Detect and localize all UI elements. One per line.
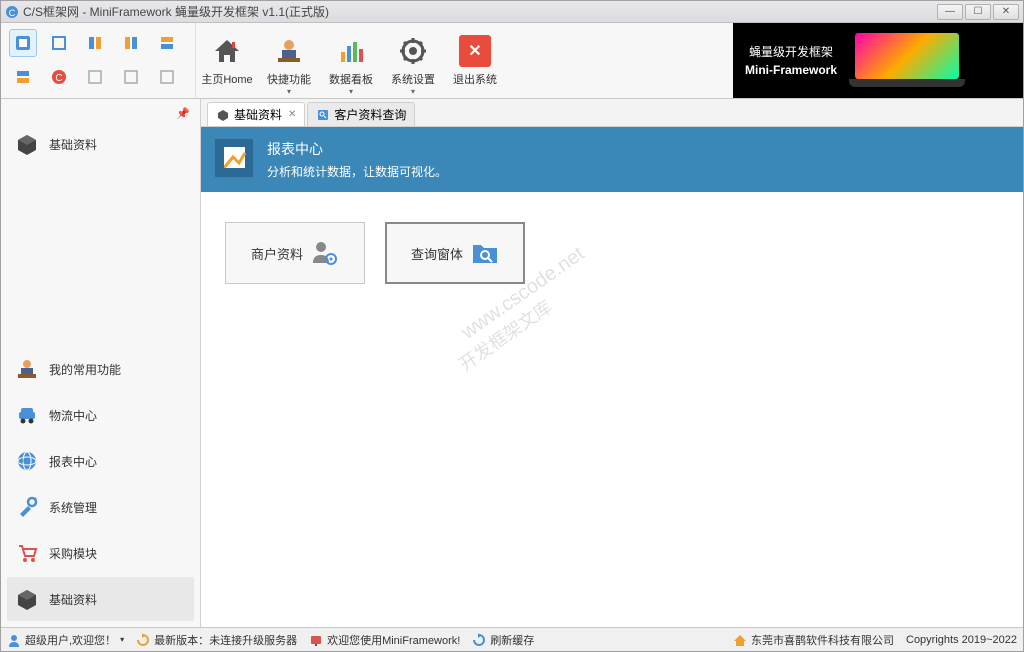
content-area: 基础资料 ✕ 客户资料查询 报表中心 分析和统计数据，让数据可视化。 商户资料 bbox=[201, 99, 1023, 627]
laptop-image bbox=[847, 29, 967, 93]
qa-icon-4[interactable] bbox=[117, 29, 145, 57]
page-subtitle: 分析和统计数据，让数据可视化。 bbox=[267, 163, 447, 180]
home-label: 主页Home bbox=[201, 71, 252, 87]
qa-icon-6[interactable] bbox=[9, 63, 37, 91]
user-desk-icon bbox=[273, 35, 305, 67]
chevron-down-icon: ▾ bbox=[287, 87, 291, 96]
cube-icon bbox=[15, 587, 39, 611]
card-label: 商户资料 bbox=[251, 244, 303, 263]
quick-access-grid: C bbox=[1, 23, 196, 98]
tab-basic[interactable]: 基础资料 ✕ bbox=[207, 102, 305, 126]
exit-label: 退出系统 bbox=[453, 71, 497, 87]
status-welcome: 欢迎您使用MiniFramework! bbox=[309, 632, 460, 648]
user-icon bbox=[7, 633, 21, 647]
svg-text:C: C bbox=[9, 8, 16, 18]
sidebar-item-system[interactable]: 系统管理 bbox=[7, 485, 194, 529]
pin-icon[interactable]: 📌 bbox=[176, 107, 190, 120]
search-doc-icon bbox=[316, 108, 330, 122]
banner: 蝇量级开发框架 Mini-Framework bbox=[733, 23, 1023, 98]
status-copyright: Copyrights 2019~2022 bbox=[906, 634, 1017, 646]
sidebar-item-logistics[interactable]: 物流中心 bbox=[7, 393, 194, 437]
qa-icon-8[interactable] bbox=[81, 63, 109, 91]
tab-label: 基础资料 bbox=[234, 106, 282, 123]
chevron-down-icon: ▾ bbox=[120, 635, 124, 644]
banner-line2: Mini-Framework bbox=[745, 61, 837, 79]
car-icon bbox=[15, 403, 39, 427]
data-button[interactable]: 数据看板 ▾ bbox=[320, 23, 382, 98]
users-gear-icon bbox=[311, 239, 339, 267]
sidebar-top-item[interactable]: 基础资料 bbox=[7, 122, 194, 166]
quick-label: 快捷功能 bbox=[267, 71, 311, 87]
sidebar-item-label: 物流中心 bbox=[49, 407, 97, 424]
sidebar-item-basic[interactable]: 基础资料 bbox=[7, 577, 194, 621]
status-refresh[interactable]: 刷新缓存 bbox=[472, 632, 534, 648]
cube-icon bbox=[216, 108, 230, 122]
sidebar-item-reports[interactable]: 报表中心 bbox=[7, 439, 194, 483]
titlebar: C C/S框架网 - MiniFramework 蝇量级开发框架 v1.1(正式… bbox=[1, 1, 1023, 23]
sidebar: 📌 基础资料 我的常用功能 物流中心 报表中心 bbox=[1, 99, 201, 627]
settings-button[interactable]: 系统设置 ▾ bbox=[382, 23, 444, 98]
watermark: 开发框架文库 bbox=[453, 293, 556, 376]
tab-close-icon[interactable]: ✕ bbox=[288, 109, 296, 120]
page-header: 报表中心 分析和统计数据，让数据可视化。 bbox=[201, 127, 1023, 192]
window-title: C/S框架网 - MiniFramework 蝇量级开发框架 v1.1(正式版) bbox=[23, 3, 937, 20]
refresh-icon bbox=[472, 633, 486, 647]
query-window-card[interactable]: 查询窗体 bbox=[385, 222, 525, 284]
maximize-button[interactable]: ☐ bbox=[965, 4, 991, 20]
ribbon-toolbar: C 主页Home 快捷功能 ▾ 数据看板 ▾ 系统设置 bbox=[1, 23, 1023, 99]
gear-icon bbox=[397, 35, 429, 67]
tab-customer-query[interactable]: 客户资料查询 bbox=[307, 102, 415, 126]
qa-icon-7[interactable]: C bbox=[45, 63, 73, 91]
desk-icon bbox=[15, 357, 39, 381]
qa-icon-3[interactable] bbox=[81, 29, 109, 57]
info-icon bbox=[309, 633, 323, 647]
qa-icon-5[interactable] bbox=[153, 29, 181, 57]
qa-icon-9[interactable] bbox=[117, 63, 145, 91]
sidebar-item-label: 系统管理 bbox=[49, 499, 97, 516]
home-button[interactable]: 主页Home bbox=[196, 23, 258, 98]
chevron-down-icon: ▾ bbox=[349, 87, 353, 96]
status-version: 最新版本：未连接升级服务器 bbox=[136, 632, 297, 648]
svg-text:C: C bbox=[55, 73, 62, 84]
exit-button[interactable]: ✕ 退出系统 bbox=[444, 23, 506, 98]
sidebar-item-common[interactable]: 我的常用功能 bbox=[7, 347, 194, 391]
cube-icon bbox=[15, 132, 39, 156]
sidebar-item-label: 采购模块 bbox=[49, 545, 97, 562]
globe-icon bbox=[15, 449, 39, 473]
qa-icon-10[interactable] bbox=[153, 63, 181, 91]
status-company: 东莞市喜鹊软件科技有限公司 bbox=[733, 632, 894, 648]
report-icon bbox=[215, 139, 253, 177]
status-user[interactable]: 超级用户,欢迎您！ ▾ bbox=[7, 632, 124, 648]
merchant-card[interactable]: 商户资料 bbox=[225, 222, 365, 284]
sidebar-item-label: 我的常用功能 bbox=[49, 361, 121, 378]
tools-icon bbox=[15, 495, 39, 519]
sidebar-top-label: 基础资料 bbox=[49, 136, 97, 153]
settings-label: 系统设置 bbox=[391, 71, 435, 87]
chevron-down-icon: ▾ bbox=[411, 87, 415, 96]
folder-search-icon bbox=[471, 239, 499, 267]
close-icon: ✕ bbox=[459, 35, 491, 67]
banner-line1: 蝇量级开发框架 bbox=[745, 43, 837, 61]
quick-button[interactable]: 快捷功能 ▾ bbox=[258, 23, 320, 98]
card-label: 查询窗体 bbox=[411, 244, 463, 263]
chart-icon bbox=[335, 35, 367, 67]
card-grid: 商户资料 查询窗体 www.cscode.net 开发框架文库 bbox=[201, 192, 1023, 314]
app-logo-icon: C bbox=[5, 5, 19, 19]
home-icon bbox=[211, 35, 243, 67]
qa-icon-1[interactable] bbox=[9, 29, 37, 57]
sidebar-item-label: 基础资料 bbox=[49, 591, 97, 608]
sidebar-item-label: 报表中心 bbox=[49, 453, 97, 470]
minimize-button[interactable]: — bbox=[937, 4, 963, 20]
close-button[interactable]: ✕ bbox=[993, 4, 1019, 20]
cart-icon bbox=[15, 541, 39, 565]
sidebar-item-purchase[interactable]: 采购模块 bbox=[7, 531, 194, 575]
statusbar: 超级用户,欢迎您！ ▾ 最新版本：未连接升级服务器 欢迎您使用MiniFrame… bbox=[1, 627, 1023, 651]
refresh-icon bbox=[136, 633, 150, 647]
data-label: 数据看板 bbox=[329, 71, 373, 87]
tab-label: 客户资料查询 bbox=[334, 106, 406, 123]
qa-icon-2[interactable] bbox=[45, 29, 73, 57]
tabbar: 基础资料 ✕ 客户资料查询 bbox=[201, 99, 1023, 127]
home-icon bbox=[733, 633, 747, 647]
page-title: 报表中心 bbox=[267, 139, 447, 159]
